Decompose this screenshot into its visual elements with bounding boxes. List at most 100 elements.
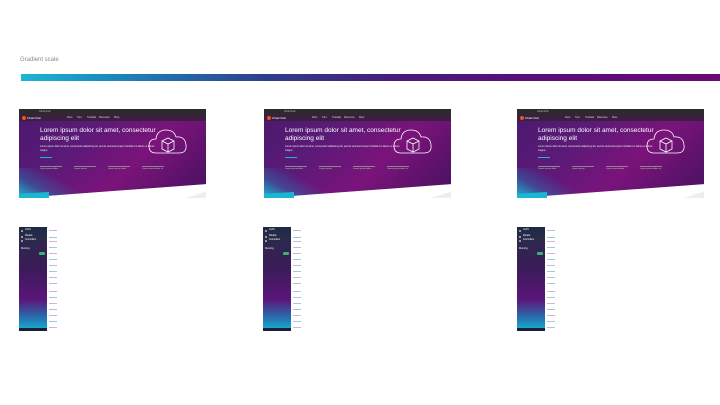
list-item[interactable]: [293, 259, 301, 260]
nav-item[interactable]: Tour: [77, 116, 82, 119]
hero-cta-link[interactable]: [285, 157, 297, 158]
list-item[interactable]: [547, 247, 555, 248]
brand-name[interactable]: Charmhub: [272, 116, 286, 120]
list-item[interactable]: [293, 291, 301, 292]
list-item[interactable]: [293, 321, 301, 322]
list-item[interactable]: [293, 297, 301, 298]
nav-item[interactable]: Tour: [322, 116, 327, 119]
list-item[interactable]: [293, 315, 301, 316]
list-item[interactable]: [49, 291, 57, 292]
top-bar-text: Charmhub: [39, 109, 51, 113]
list-item[interactable]: [293, 230, 301, 231]
list-item[interactable]: [547, 315, 555, 316]
list-item[interactable]: [293, 265, 301, 266]
nav-item[interactable]: Docs: [565, 116, 570, 119]
list-item[interactable]: [547, 253, 555, 254]
hero-cta-link[interactable]: [538, 157, 550, 158]
hero-link[interactable]: Lorem ipsum: [319, 166, 341, 170]
sidebar-item-controllers[interactable]: Controllers: [269, 239, 280, 241]
hero-link[interactable]: Lorem ipsum: [74, 166, 96, 170]
app-name[interactable]: JAAS: [523, 229, 529, 231]
logo-icon[interactable]: [267, 115, 271, 120]
list-item[interactable]: [49, 271, 57, 272]
sidebar-item-models[interactable]: Models: [523, 235, 530, 237]
list-item[interactable]: [293, 241, 301, 242]
brand-name[interactable]: Charmhub: [27, 116, 41, 120]
status-badge[interactable]: [283, 252, 289, 255]
list-item[interactable]: [293, 303, 301, 304]
sidebar-item-controllers[interactable]: Controllers: [25, 239, 36, 241]
list-item[interactable]: [49, 283, 57, 284]
status-badge[interactable]: [39, 252, 45, 255]
list-item[interactable]: [547, 327, 555, 328]
hero-link[interactable]: Lorem ipsum: [572, 166, 594, 170]
list-item[interactable]: [49, 241, 57, 242]
hero-link[interactable]: Lorem ipsum dolor: [40, 166, 62, 170]
nav-item[interactable]: More: [359, 116, 364, 119]
nav-item[interactable]: Discourse: [344, 116, 355, 119]
sidebar-item-models[interactable]: Models: [269, 235, 276, 237]
sidebar-item-models[interactable]: Models: [25, 235, 32, 237]
list-item[interactable]: [547, 259, 555, 260]
list-item[interactable]: [547, 283, 555, 284]
list-item[interactable]: [293, 309, 301, 310]
list-item[interactable]: [547, 291, 555, 292]
list-item[interactable]: [49, 230, 57, 231]
list-item[interactable]: [49, 237, 57, 238]
hero-link[interactable]: Lorem ipsum dolor: [606, 166, 628, 170]
nav-item[interactable]: Discourse: [99, 116, 110, 119]
sidebar-item-controllers[interactable]: Controllers: [523, 239, 534, 241]
list-item[interactable]: [49, 253, 57, 254]
nav-item[interactable]: More: [114, 116, 119, 119]
brand-name[interactable]: Charmhub: [525, 116, 539, 120]
list-item[interactable]: [547, 277, 555, 278]
logo-icon[interactable]: [520, 115, 524, 120]
hero-link[interactable]: Lorem ipsum dolor: [538, 166, 560, 170]
nav-item[interactable]: Tutorials: [585, 116, 594, 119]
list-item[interactable]: [293, 283, 301, 284]
app-name[interactable]: JAAS: [269, 229, 275, 231]
nav-item[interactable]: Docs: [312, 116, 317, 119]
hero-link[interactable]: Lorem ipsum dolor: [108, 166, 130, 170]
nav-item[interactable]: Tour: [575, 116, 580, 119]
list-item[interactable]: [547, 309, 555, 310]
nav-item[interactable]: Tutorials: [332, 116, 341, 119]
list-item[interactable]: [293, 327, 301, 328]
hero-link[interactable]: Lorem ipsum dolor sit: [640, 166, 662, 170]
status-badge[interactable]: [537, 252, 543, 255]
hero-link[interactable]: Lorem ipsum dolor: [285, 166, 307, 170]
nav-item[interactable]: Discourse: [597, 116, 608, 119]
hero-link[interactable]: Lorem ipsum dolor sit: [387, 166, 409, 170]
list-item[interactable]: [293, 277, 301, 278]
logo-icon[interactable]: [22, 115, 26, 120]
list-item[interactable]: [49, 315, 57, 316]
list-item[interactable]: [293, 247, 301, 248]
list-item[interactable]: [49, 309, 57, 310]
hero-link[interactable]: Lorem ipsum dolor sit: [142, 166, 164, 170]
list-item[interactable]: [49, 297, 57, 298]
list-item[interactable]: [547, 303, 555, 304]
list-item[interactable]: [49, 321, 57, 322]
list-item[interactable]: [547, 265, 555, 266]
app-name[interactable]: JAAS: [25, 229, 31, 231]
list-item[interactable]: [293, 253, 301, 254]
hero-link[interactable]: Lorem ipsum dolor: [353, 166, 375, 170]
list-item[interactable]: [547, 230, 555, 231]
hero-cta-link[interactable]: [40, 157, 52, 158]
list-item[interactable]: [49, 247, 57, 248]
nav-item[interactable]: More: [612, 116, 617, 119]
list-item[interactable]: [293, 237, 301, 238]
list-item[interactable]: [547, 237, 555, 238]
list-item[interactable]: [547, 271, 555, 272]
list-item[interactable]: [547, 241, 555, 242]
list-item[interactable]: [49, 277, 57, 278]
list-item[interactable]: [49, 327, 57, 328]
nav-item[interactable]: Docs: [67, 116, 72, 119]
list-item[interactable]: [547, 321, 555, 322]
list-item[interactable]: [49, 259, 57, 260]
nav-item[interactable]: Tutorials: [87, 116, 96, 119]
list-item[interactable]: [49, 265, 57, 266]
list-item[interactable]: [547, 297, 555, 298]
list-item[interactable]: [49, 303, 57, 304]
list-item[interactable]: [293, 271, 301, 272]
